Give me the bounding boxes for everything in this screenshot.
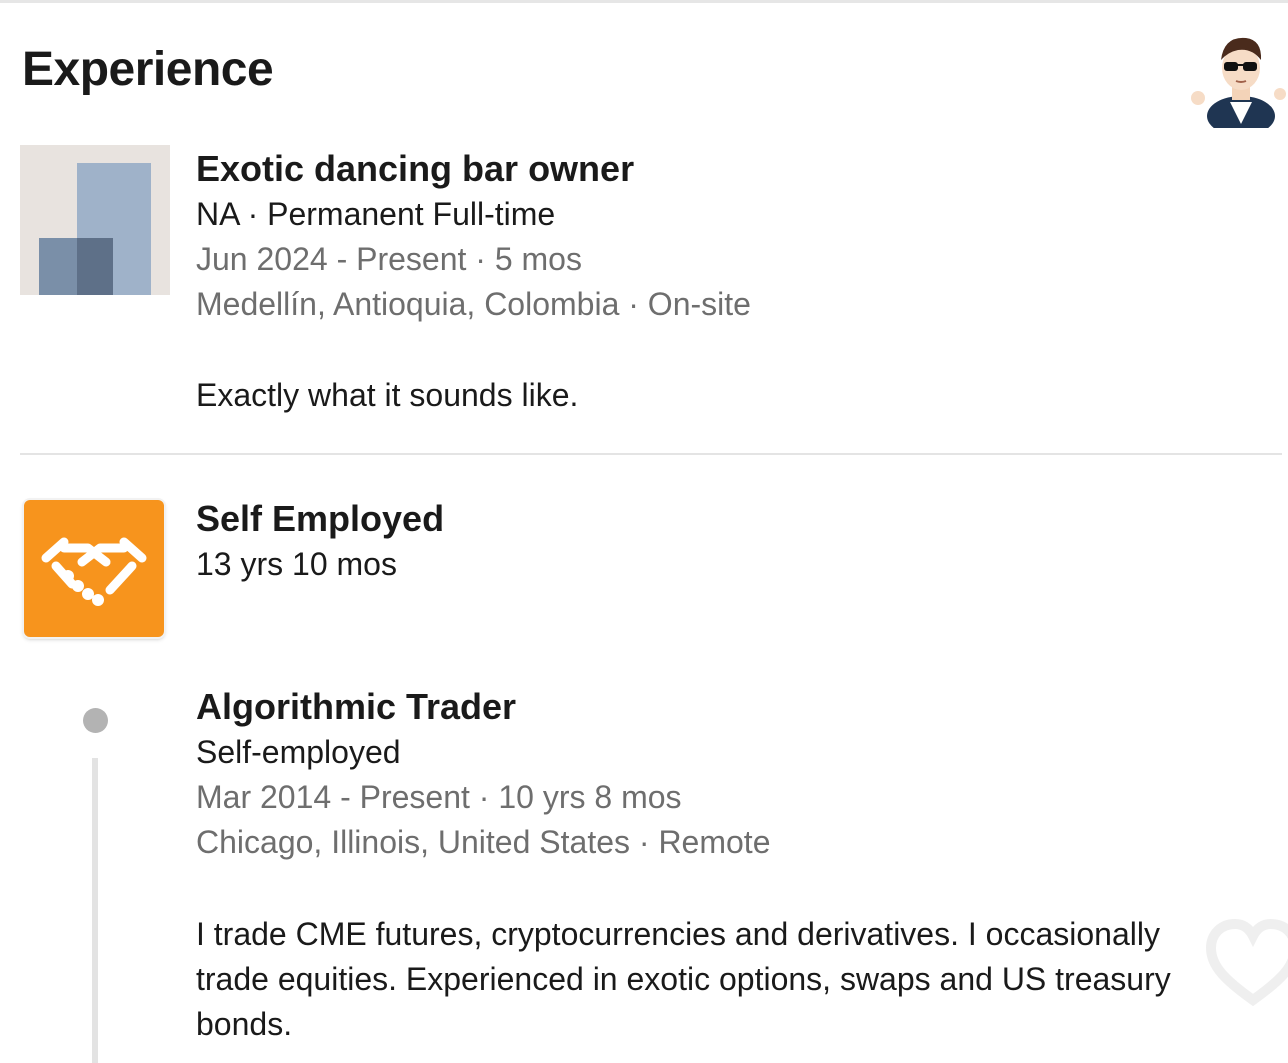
profile-avatar[interactable] [1186,28,1286,136]
entry-divider [20,453,1282,455]
top-divider [0,0,1288,3]
role-title[interactable]: Algorithmic Trader [196,686,516,728]
role-location: Chicago, Illinois, United States · Remot… [196,824,771,860]
company-duration: 13 yrs 10 mos [196,546,397,582]
job-location: Medellín, Antioquia, Colombia · On-site [196,286,751,322]
handshake-icon[interactable] [24,500,164,637]
company-logo[interactable] [20,145,170,295]
heart-icon[interactable] [1205,912,1288,1007]
job-description: Exactly what it sounds like. [196,377,579,413]
job-title[interactable]: Exotic dancing bar owner [196,148,634,190]
job-dates: Jun 2024 - Present · 5 mos [196,241,582,277]
section-title: Experience [22,43,274,96]
role-dates: Mar 2014 - Present · 10 yrs 8 mos [196,779,682,815]
timeline-line [92,758,98,1063]
job-company: NA · Permanent Full-time [196,196,556,232]
role-description: I trade CME futures, cryptocurrencies an… [196,916,1171,1042]
company-name[interactable]: Self Employed [196,498,444,540]
timeline-dot [83,708,108,733]
role-employment-type: Self-employed [196,734,401,770]
